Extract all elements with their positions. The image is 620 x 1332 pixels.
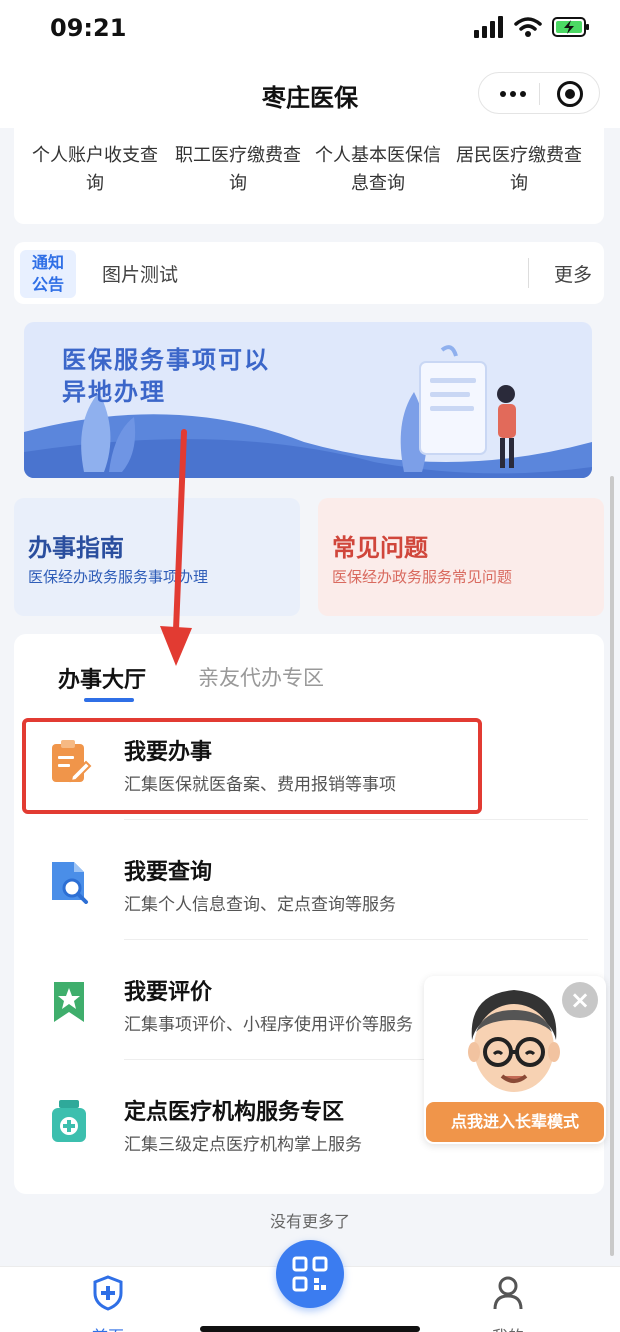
service-description: 汇集个人信息查询、定点查询等服务	[124, 895, 396, 915]
notice-more-link[interactable]: 更多	[554, 260, 592, 287]
notice-divider	[528, 258, 529, 288]
quick-service-label: 居民医疗缴费查	[456, 145, 582, 166]
close-miniprogram-icon[interactable]	[557, 81, 583, 107]
tab-active-indicator	[84, 698, 134, 702]
tab-mine-label: 我的	[448, 1323, 568, 1332]
tab-mine[interactable]: 我的	[448, 1275, 568, 1332]
user-icon	[493, 1276, 523, 1310]
banner-title-line: 异地办理	[62, 378, 166, 406]
close-popup-button[interactable]: ×	[562, 982, 598, 1018]
notice-text[interactable]: 图片测试	[102, 260, 178, 287]
medicine-bottle-icon	[52, 1100, 86, 1142]
cellular-signal-icon	[474, 16, 503, 38]
home-indicator	[200, 1326, 420, 1332]
promo-banner[interactable]: 医保服务事项可以 异地办理	[24, 322, 592, 478]
service-description: 汇集事项评价、小程序使用评价等服务	[124, 1015, 413, 1035]
row-divider	[124, 819, 588, 820]
tab-service-hall[interactable]: 办事大厅	[58, 662, 146, 694]
status-icons	[474, 16, 590, 38]
no-more-text: 没有更多了	[269, 1212, 350, 1231]
highlight-annotation-box	[22, 718, 482, 814]
quick-service-label: 询	[510, 173, 528, 194]
faq-title: 常见问题	[332, 534, 428, 562]
row-divider	[124, 939, 588, 940]
status-time: 09:21	[50, 14, 127, 42]
quick-service-resident-payment[interactable]: 居民医疗缴费查 询	[450, 142, 588, 198]
quick-service-label: 询	[229, 173, 247, 194]
tab-proxy-service[interactable]: 亲友代办专区	[198, 662, 324, 692]
service-guide-card[interactable]: 办事指南 医保经办政务服务事项办理	[14, 498, 300, 616]
status-bar: 09:21	[0, 0, 620, 60]
shield-plus-icon	[93, 1275, 123, 1311]
qr-code-icon	[292, 1256, 328, 1292]
miniprogram-capsule	[478, 72, 600, 114]
quick-service-basic-info[interactable]: 个人基本医保信 息查询	[309, 142, 447, 198]
banner-title: 医保服务事项可以 异地办理	[62, 344, 270, 408]
more-options-icon[interactable]	[493, 79, 533, 109]
quick-service-label: 个人账户收支查	[32, 145, 158, 166]
tab-home-label: 首页	[48, 1323, 168, 1332]
wifi-icon	[514, 17, 542, 37]
tab-home[interactable]: 首页	[48, 1275, 168, 1332]
notice-badge-line: 公告	[31, 275, 64, 294]
quick-service-account[interactable]: 个人账户收支查 询	[26, 142, 164, 198]
qr-code-button[interactable]	[276, 1240, 344, 1308]
quick-service-label: 询	[86, 173, 104, 194]
notice-badge: 通知 公告	[20, 250, 76, 298]
elder-avatar-icon	[468, 990, 560, 1092]
quick-service-employee-payment[interactable]: 职工医疗缴费查 询	[169, 142, 307, 198]
service-title: 我要评价	[124, 980, 213, 1005]
elder-mode-button[interactable]: 点我进入长辈模式	[426, 1102, 604, 1142]
scrollbar[interactable]	[610, 476, 614, 1256]
service-row-query[interactable]: 我要查询 汇集个人信息查询、定点查询等服务	[28, 830, 588, 940]
quick-services-card: 个人账户收支查 询 职工医疗缴费查 询 个人基本医保信 息查询 居民医疗缴费查 …	[14, 128, 604, 224]
faq-subtitle: 医保经办政务服务常见问题	[332, 568, 513, 586]
notice-bar[interactable]: 通知 公告 图片测试 更多	[14, 242, 604, 304]
quick-service-label: 职工医疗缴费查	[175, 145, 301, 166]
quick-service-label: 息查询	[351, 173, 405, 194]
battery-charging-icon	[552, 17, 589, 37]
faq-card[interactable]: 常见问题 医保经办政务服务常见问题	[318, 498, 604, 616]
guide-title: 办事指南	[28, 534, 124, 562]
guide-subtitle: 医保经办政务服务事项办理	[28, 568, 209, 586]
service-description: 汇集三级定点医疗机构掌上服务	[124, 1135, 362, 1155]
service-title: 我要查询	[124, 860, 213, 885]
document-search-icon	[52, 862, 88, 904]
banner-title-line: 医保服务事项可以	[62, 346, 270, 374]
capsule-divider	[539, 83, 540, 105]
service-title: 定点医疗机构服务专区	[124, 1100, 345, 1125]
elder-mode-popup[interactable]: × 点我进入长辈模式	[424, 976, 606, 1144]
star-bookmark-icon	[54, 982, 84, 1022]
nav-bar: 枣庄医保	[0, 60, 620, 128]
quick-service-label: 个人基本医保信	[315, 145, 441, 166]
notice-badge-line: 通知	[31, 253, 64, 272]
